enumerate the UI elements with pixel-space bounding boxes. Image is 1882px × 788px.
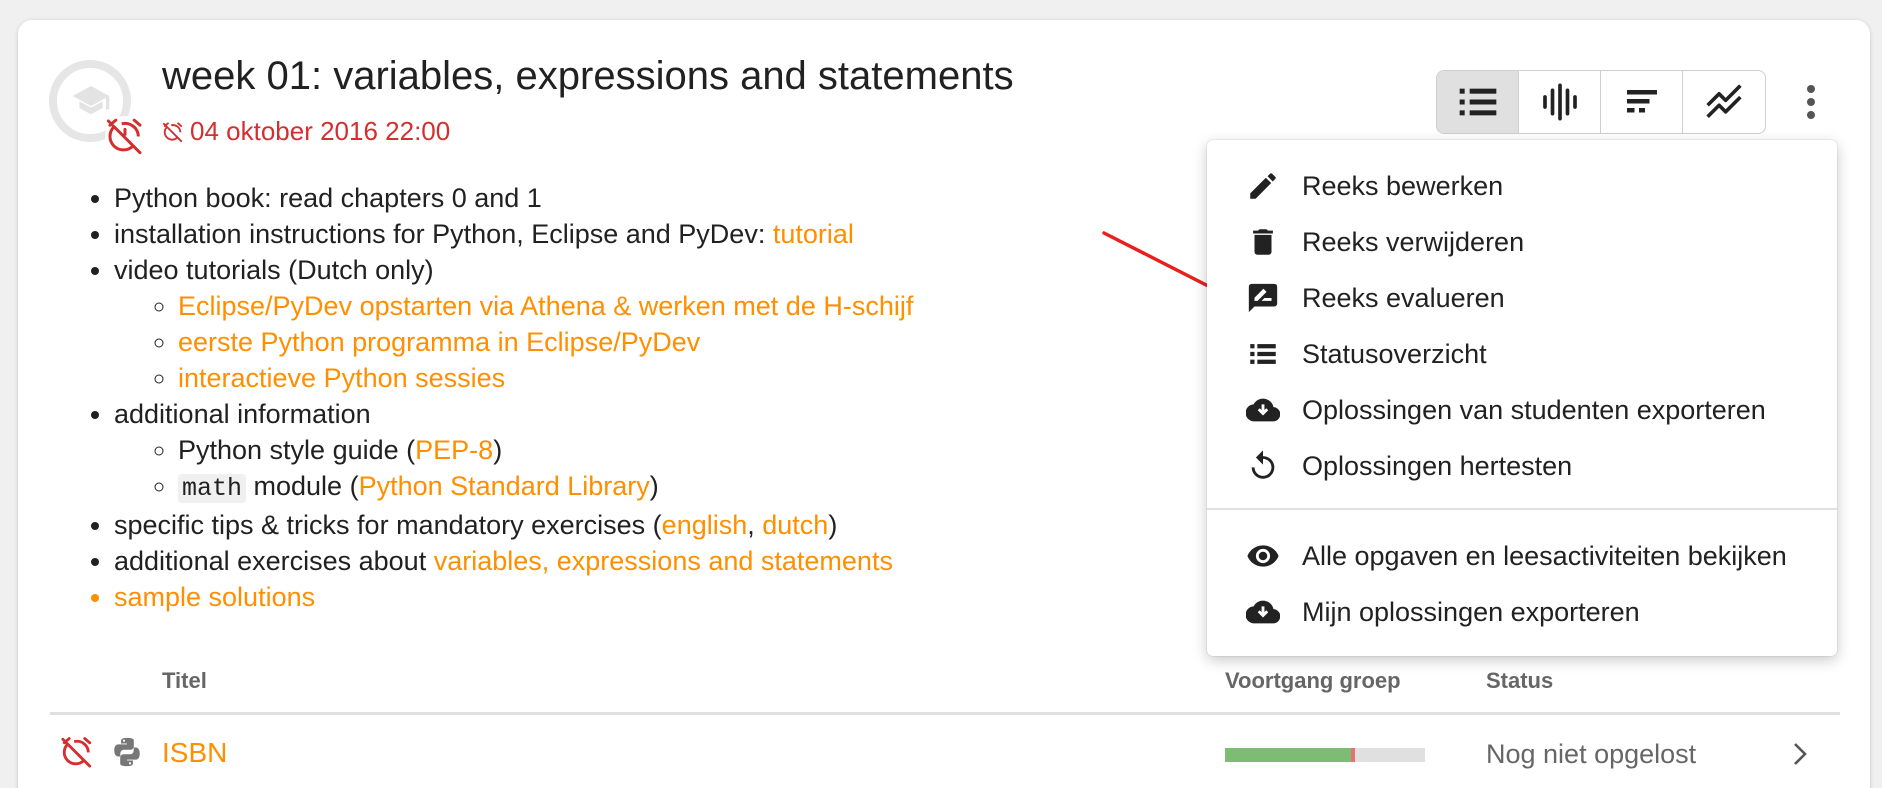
menu-item-label: Alle opgaven en leesactiviteiten bekijke…: [1302, 540, 1787, 571]
alarm-off-icon: [162, 121, 183, 142]
stdlib-link[interactable]: Python Standard Library: [359, 471, 650, 501]
cloud-download-icon: [1245, 594, 1281, 630]
menu-item-label: Reeks bewerken: [1302, 170, 1504, 201]
video-list: Eclipse/PyDev opstarten via Athena & wer…: [114, 288, 913, 396]
menu-item-label: Reeks verwijderen: [1302, 226, 1525, 257]
code-math: math: [178, 474, 247, 503]
menu-item-evaluate-series[interactable]: Reeks evalueren: [1207, 270, 1837, 326]
progress-correct: [1225, 748, 1351, 762]
python-icon: [114, 737, 140, 767]
more-vert-icon: [1807, 85, 1815, 119]
exercise-status: Nog niet opgelost: [1486, 739, 1697, 769]
extra-exercises-link[interactable]: variables, expressions and statements: [434, 546, 893, 576]
description-list: Python book: read chapters 0 and 1 insta…: [70, 180, 913, 615]
menu-divider: [1207, 508, 1837, 510]
sample-solutions-link[interactable]: sample solutions: [114, 582, 315, 612]
menu-item-label: Oplossingen van studenten exporteren: [1302, 394, 1766, 425]
tips-english-link[interactable]: english: [662, 510, 748, 540]
group-progress-bar: [1225, 748, 1425, 762]
deadline-text: 04 oktober 2016 22:00: [190, 116, 451, 146]
video-link-athena[interactable]: Eclipse/PyDev opstarten via Athena & wer…: [178, 291, 913, 321]
page-title: week 01: variables, expressions and stat…: [162, 54, 1014, 98]
cloud-download-icon: [1245, 392, 1281, 428]
alarm-off-badge: [105, 116, 145, 156]
series-description: Python book: read chapters 0 and 1 insta…: [70, 180, 913, 615]
table-divider: [50, 712, 1840, 715]
column-header-status: Status: [1486, 668, 1554, 693]
timeline-icon: [1542, 83, 1577, 121]
column-header-title: Titel: [162, 668, 207, 693]
menu-item-view-all-exercises[interactable]: Alle opgaven en leesactiviteiten bekijke…: [1207, 528, 1837, 584]
menu-item-export-student-solutions[interactable]: Oplossingen van studenten exporteren: [1207, 382, 1837, 438]
menu-item-label: Reeks evalueren: [1302, 282, 1505, 313]
list-icon: [1245, 336, 1281, 372]
menu-item-edit-series[interactable]: Reeks bewerken: [1207, 158, 1837, 214]
list-item: interactieve Python sessies: [178, 360, 913, 396]
menu-item-delete-series[interactable]: Reeks verwijderen: [1207, 214, 1837, 270]
list-item: Eclipse/PyDev opstarten via Athena & wer…: [178, 288, 913, 324]
tutorial-link[interactable]: tutorial: [773, 219, 854, 249]
list-item: eerste Python programma in Eclipse/PyDev: [178, 324, 913, 360]
eye-icon: [1245, 538, 1281, 574]
trend-icon: [1706, 84, 1742, 119]
menu-item-label: Mijn oplossingen exporteren: [1302, 596, 1640, 627]
column-header-progress: Voortgang groep: [1225, 668, 1401, 693]
timeline-view-button[interactable]: [1519, 71, 1601, 133]
menu-item-retest-solutions[interactable]: Oplossingen hertesten: [1207, 438, 1837, 494]
trash-icon: [1245, 224, 1281, 260]
chevron-right-icon[interactable]: [1790, 739, 1810, 769]
restart-icon: [1245, 448, 1281, 484]
video-link-first-program[interactable]: eerste Python programma in Eclipse/PyDev: [178, 327, 700, 357]
alarm-off-icon: [106, 118, 142, 155]
trend-view-button[interactable]: [1683, 71, 1765, 133]
list-item: math module (Python Standard Library): [178, 468, 913, 507]
list-item: Python style guide (PEP-8): [178, 432, 913, 468]
menu-item-label: Oplossingen hertesten: [1302, 450, 1573, 481]
graduation-cap-icon: [72, 86, 110, 115]
list-view-button[interactable]: [1437, 71, 1519, 133]
pep8-link[interactable]: PEP-8: [415, 435, 493, 465]
more-options-button[interactable]: [1796, 80, 1826, 124]
video-link-interactive[interactable]: interactieve Python sessies: [178, 363, 505, 393]
menu-item-status-overview[interactable]: Statusoverzicht: [1207, 326, 1837, 382]
evaluate-icon: [1245, 280, 1281, 316]
list-icon: [1459, 88, 1496, 116]
list-item: sample solutions: [114, 579, 913, 615]
menu-item-label: Statusoverzicht: [1302, 338, 1487, 369]
series-avatar: [49, 60, 145, 156]
bars-icon: [1626, 90, 1657, 113]
list-item: Python book: read chapters 0 and 1: [114, 180, 913, 216]
bars-view-button[interactable]: [1601, 71, 1683, 133]
pencil-icon: [1245, 168, 1281, 204]
list-item: additional information Python style guid…: [114, 396, 913, 507]
list-item: video tutorials (Dutch only) Eclipse/PyD…: [114, 252, 913, 396]
progress-wrong: [1351, 748, 1355, 762]
deadline: 04 oktober 2016 22:00: [162, 116, 450, 147]
alarm-off-icon: [61, 737, 92, 768]
table-row[interactable]: ISBN Nog niet opgelost: [50, 725, 1840, 785]
additional-list: Python style guide (PEP-8) math module (…: [114, 432, 913, 507]
view-toggle-group: [1436, 70, 1766, 134]
list-item: specific tips & tricks for mandatory exe…: [114, 507, 913, 543]
menu-item-export-my-solutions[interactable]: Mijn oplossingen exporteren: [1207, 584, 1837, 640]
exercise-name[interactable]: ISBN: [162, 737, 227, 769]
list-item: additional exercises about variables, ex…: [114, 543, 913, 579]
list-item: installation instructions for Python, Ec…: [114, 216, 913, 252]
series-options-menu: Reeks bewerken Reeks verwijderen Reeks eva…: [1207, 140, 1837, 656]
tips-dutch-link[interactable]: dutch: [762, 510, 828, 540]
